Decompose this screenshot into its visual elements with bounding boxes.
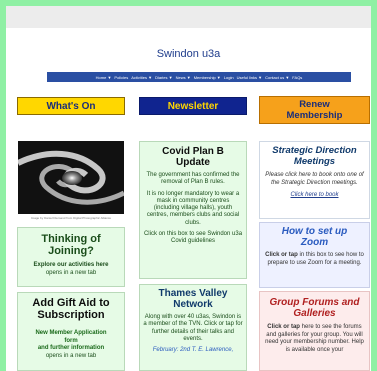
swirl-image: [18, 141, 124, 214]
strategic-direction-panel[interactable]: Strategic Direction Meetings Please clic…: [259, 141, 370, 219]
thinking-title: Thinking of Joining?: [41, 233, 101, 257]
nav-faqs[interactable]: FAQs: [292, 75, 302, 80]
nav-news[interactable]: News ▼: [176, 75, 191, 80]
strategic-title: Strategic Direction Meetings: [272, 145, 357, 167]
nav-activities[interactable]: Activities ▼: [131, 75, 152, 80]
site-title: Swindon u3a: [156, 48, 221, 60]
covid-update-panel[interactable]: Covid Plan B Update The government has c…: [139, 141, 247, 279]
zoom-title: How to set up Zoom: [281, 226, 348, 248]
feature-photo: Image by Daniel Diemand from Digital Pho…: [17, 141, 125, 225]
renew-membership-button[interactable]: Renew Membership: [259, 96, 370, 124]
nav-home[interactable]: Home ▼: [96, 75, 112, 80]
photo-credit: Image by Daniel Diemand from Digital Pho…: [30, 216, 112, 220]
nav-useful-links[interactable]: Useful links ▼: [237, 75, 263, 80]
covid-para-2: It is no longer mandatory to wear a mask…: [146, 190, 240, 226]
nav-policies[interactable]: Policies: [114, 75, 128, 80]
group-forums-panel[interactable]: Group Forums and Galleries Click or tap …: [259, 291, 370, 371]
book-link[interactable]: Click here to book: [260, 192, 369, 198]
nav-login[interactable]: Login: [224, 75, 234, 80]
nav-contact[interactable]: Contact us ▼: [265, 75, 289, 80]
nav-membership[interactable]: Membership ▼: [194, 75, 221, 80]
application-form-link[interactable]: New Member Application form and further …: [18, 330, 124, 353]
covid-para-1: The government has confirmed the removal…: [146, 172, 240, 186]
thinking-of-joining-panel[interactable]: Thinking of Joining? Explore our activit…: [17, 227, 125, 287]
forums-title: Group Forums and Galleries: [269, 297, 360, 319]
covid-title: Covid Plan B Update: [162, 146, 224, 168]
thames-valley-panel[interactable]: Thames Valley Network Along with over 40…: [139, 284, 247, 371]
renew-label-line2: Membership: [286, 110, 343, 121]
thames-february-note: February: 2nd T. E. Lawrence,: [152, 347, 234, 354]
thames-title: Thames Valley Network: [158, 288, 228, 310]
zoom-text: Click or tap in this box to see how to p…: [265, 252, 364, 266]
strategic-text: Please click here to book onto one of th…: [265, 172, 364, 186]
renew-label-line1: Renew: [299, 99, 330, 110]
nav-diaries[interactable]: Diaries ▼: [155, 75, 173, 80]
page: Swindon u3a Home ▼ Policies Activities ▼…: [6, 6, 371, 371]
zoom-setup-panel[interactable]: How to set up Zoom Click or tap in this …: [259, 222, 370, 288]
forums-text: Click or tap here to see the forums and …: [265, 324, 364, 353]
covid-para-3: Click on this box to see Swindon u3a Cov…: [143, 231, 243, 245]
whats-on-button[interactable]: What's On: [17, 97, 125, 115]
main-nav: Home ▼ Policies Activities ▼ Diaries ▼ N…: [47, 72, 351, 82]
newsletter-button[interactable]: Newsletter: [139, 97, 247, 115]
opens-new-tab-note: opens in a new tab: [45, 352, 97, 359]
gift-aid-title: Add Gift Aid to Subscription: [32, 297, 110, 321]
explore-activities-link[interactable]: Explore our activities here: [18, 262, 124, 270]
gift-aid-panel[interactable]: Add Gift Aid to Subscription New Member …: [17, 292, 125, 371]
opens-new-tab-note: opens in a new tab: [45, 269, 97, 276]
top-bar: [6, 6, 371, 28]
thames-para: Along with over 40 u3as, Swindon is a me…: [143, 314, 243, 342]
